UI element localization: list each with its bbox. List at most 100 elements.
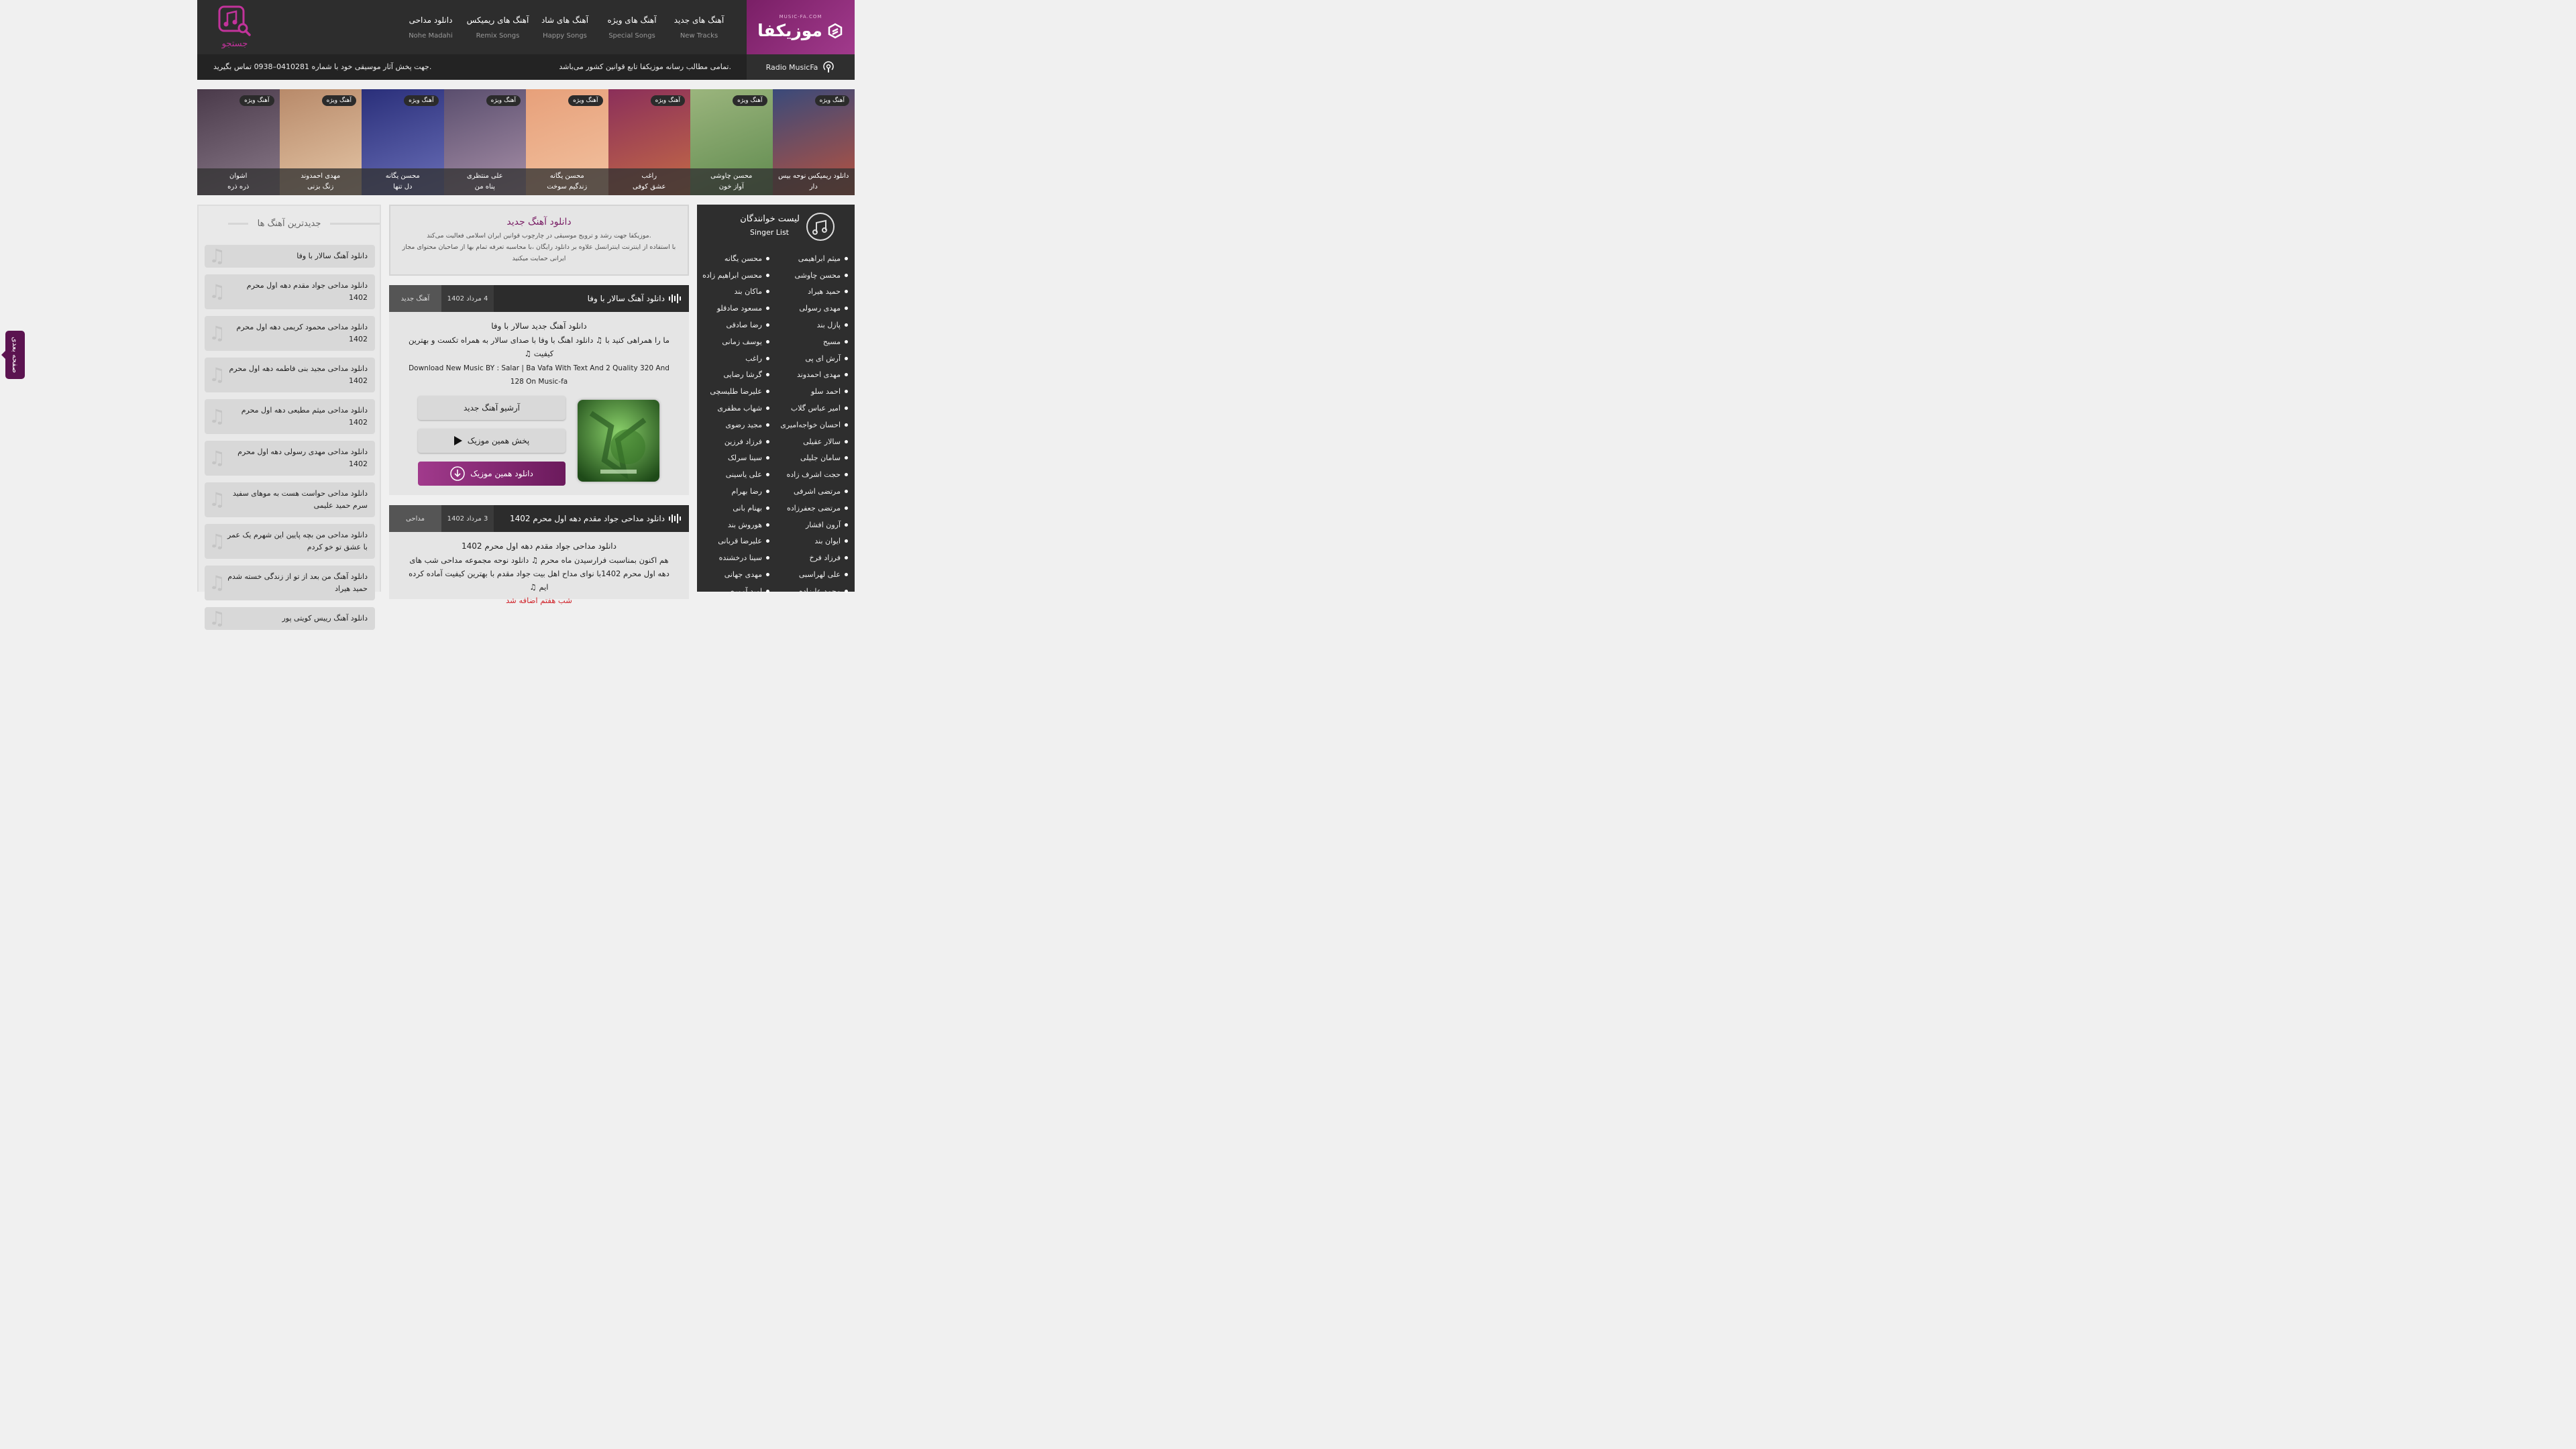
newest-song-item[interactable]: ♫ دانلود مداحی جواد مقدم دهه اول محرم 140… (205, 274, 375, 309)
singer-link[interactable]: سینا درخشنده (698, 549, 776, 566)
singer-link[interactable]: احمد سلو (776, 383, 855, 400)
singer-link[interactable]: راغب (698, 350, 776, 367)
post-title-link[interactable]: دانلود مداحی جواد مقدم دهه اول محرم 1402 (494, 505, 689, 532)
singer-row: ایوان بند علیرضا قربانی (697, 533, 855, 550)
singer-link[interactable]: سینا سرلک (698, 450, 776, 467)
music-note-icon: ♫ (209, 405, 226, 427)
sound-wave-icon (669, 514, 681, 523)
download-button[interactable]: دانلود همین موزیک (418, 462, 566, 486)
singer-link[interactable]: رضا بهرام (698, 483, 776, 500)
nav-happy-songs[interactable]: آهنگ های شاد Happy Songs (531, 0, 598, 54)
singer-link[interactable]: یوسف زمانی (698, 333, 776, 350)
post-heading: دانلود آهنگ جدید سالار با وفا (491, 321, 587, 331)
slider-item[interactable]: آهنگ ویژه مهدی احمدوند زنگ بزنی (279, 89, 362, 195)
singer-link[interactable]: علی لهراسبی (776, 566, 855, 583)
singer-link[interactable]: محسن یگانه (698, 250, 776, 267)
play-button[interactable]: پخش همین موزیک (418, 429, 566, 453)
newest-song-item[interactable]: ♫ دانلود مداحی من بچه پایین این شهرم یک ع… (205, 524, 375, 559)
singer-link[interactable]: مرتضی جعفرزاده (776, 500, 855, 517)
slider-item[interactable]: آهنگ ویژه محسن یگانه زندگیم سوخت (526, 89, 608, 195)
singer-link[interactable]: بهنام بانی (698, 500, 776, 517)
singer-link[interactable]: سامان جلیلی (776, 450, 855, 467)
singer-link[interactable]: آرون افشار (776, 517, 855, 533)
singer-row: محسن چاوشی محسن ابراهیم زاده (697, 267, 855, 284)
search-label: جستجو (221, 39, 248, 49)
play-icon (453, 436, 462, 445)
singer-row: احسان خواجه‌امیری مجید رضوی (697, 417, 855, 433)
slider-item[interactable]: آهنگ ویژه محسن چاوشی آواز خون (690, 89, 773, 195)
singer-link[interactable]: علی یاسینی (698, 466, 776, 483)
singer-link[interactable]: فرزاد فرخ (776, 549, 855, 566)
singer-link[interactable]: رضا صادقی (698, 317, 776, 333)
slider-item[interactable]: آهنگ ویژه راغب عشق کوفی (608, 89, 690, 195)
singer-link[interactable]: فرزاد فرزین (698, 433, 776, 450)
newest-song-item[interactable]: ♫ دانلود مداحی مجید بنی فاطمه دهه اول محر… (205, 358, 375, 392)
singer-link[interactable]: هوروش بند (698, 517, 776, 533)
slider-item[interactable]: آهنگ ویژه محسن یگانه دل تنها (362, 89, 444, 195)
singer-row: مسیح یوسف زمانی (697, 333, 855, 350)
singer-link[interactable]: پازل بند (776, 317, 855, 333)
post-date: 4 مرداد 1402 (441, 285, 494, 312)
post-category[interactable]: آهنگ جدید (389, 285, 441, 312)
newest-songs-panel: جدیدترین آهنگ ها ♫ دانلود آهنگ سالار با و… (197, 205, 381, 630)
site-logo[interactable]: MUSIC-FA.COM موزیکفا (747, 0, 855, 54)
nav-madahi[interactable]: دانلود مداحی Nohe Madahi (397, 0, 464, 54)
intro-box: دانلود آهنگ جدید موزیکفا جهت رشد و ترویج… (389, 205, 689, 276)
nav-special-songs[interactable]: آهنگ های ویژه Special Songs (598, 0, 665, 54)
singer-link[interactable]: امیر عباس گلاب (776, 400, 855, 417)
singer-link[interactable]: مسعود صادقلو (698, 300, 776, 317)
singer-link[interactable]: محسن چاوشی (776, 267, 855, 284)
nav-new-tracks[interactable]: آهنگ های جدید New Tracks (665, 0, 733, 54)
newest-songs-list: ♫ دانلود آهنگ سالار با وفا ♫ دانلود مداحی ج… (205, 245, 375, 637)
singer-row: مهدی احمدوند گرشا رضایی (697, 367, 855, 384)
nav-remix-songs[interactable]: آهنگ های ریمیکس Remix Songs (464, 0, 531, 54)
post-title-link[interactable]: دانلود آهنگ سالار با وفا (494, 285, 689, 312)
singer-link[interactable]: مهدی رسولی (776, 300, 855, 317)
singer-link[interactable]: حمید هیراد (776, 284, 855, 301)
singer-link[interactable]: شهاب مظفری (698, 400, 776, 417)
newest-song-item[interactable]: ♫ دانلود مداحی مهدی رسولی دهه اول محرم 14… (205, 441, 375, 476)
newest-song-item[interactable]: ♫ دانلود آهنگ من بعد از تو از زندگی خسته … (205, 566, 375, 600)
singer-link[interactable]: حجت اشرف زاده (776, 466, 855, 483)
archive-button[interactable]: آرشیو آهنگ جدید (418, 396, 566, 420)
singer-link[interactable]: علیرضا قربانی (698, 533, 776, 550)
post-category[interactable]: مداحی (389, 505, 441, 532)
newest-song-item[interactable]: ♫ دانلود مداحی میثم مطیعی دهه اول محرم 14… (205, 399, 375, 434)
newest-song-item[interactable]: ♫ دانلود مداحی حواست هست به موهای سفید سر… (205, 482, 375, 517)
singer-link[interactable]: محمد علیزاده (776, 583, 855, 600)
post-card: دانلود مداحی جواد مقدم دهه اول محرم 1402… (389, 505, 689, 605)
singer-row: علی لهراسبی مهدی جهانی (697, 566, 855, 583)
singer-link[interactable]: مجید رضوی (698, 417, 776, 433)
main-content: دانلود آهنگ جدید موزیکفا جهت رشد و ترویج… (389, 205, 689, 605)
header: MUSIC-FA.COM موزیکفا آهنگ های جدید New T… (197, 0, 855, 54)
slider-item[interactable]: آهنگ ویژه علی منتظری پناه من (443, 89, 526, 195)
singer-link[interactable]: مرتضی اشرفی (776, 483, 855, 500)
music-note-icon: ♫ (209, 530, 226, 552)
singer-link[interactable]: امید آموری (698, 583, 776, 600)
newest-song-item[interactable]: ♫ دانلود مداحی محمود کریمی دهه اول محرم 1… (205, 316, 375, 351)
music-note-icon: ♫ (209, 322, 226, 344)
singer-link[interactable]: گرشا رضایی (698, 367, 776, 384)
singer-row: پازل بند رضا صادقی (697, 317, 855, 333)
singer-link[interactable]: ایوان بند (776, 533, 855, 550)
slider-item[interactable]: آهنگ ویژه اشوان ذره ذره (197, 89, 280, 195)
newest-song-item[interactable]: ♫ دانلود آهنگ رییس کویتی پور (205, 607, 375, 630)
singer-link[interactable]: احسان خواجه‌امیری (776, 417, 855, 433)
post-cover-image[interactable] (578, 400, 659, 482)
singer-link[interactable]: میثم ابراهیمی (776, 250, 855, 267)
logo-mark-icon (828, 23, 843, 38)
singer-link[interactable]: آرش ای پی (776, 350, 855, 367)
radio-link[interactable]: Radio MusicFa (747, 54, 855, 80)
slider-item[interactable]: آهنگ ویژه دانلود ریمیکس نوحه بیس دار (772, 89, 855, 195)
next-page-button[interactable]: صفحه بعدی (1, 331, 25, 379)
singer-link[interactable]: مهدی احمدوند (776, 367, 855, 384)
singer-link[interactable]: علیرضا طلیسچی (698, 383, 776, 400)
singer-link[interactable]: مهدی جهانی (698, 566, 776, 583)
newest-song-item[interactable]: ♫ دانلود آهنگ سالار با وفا (205, 245, 375, 268)
singer-link[interactable]: محسن ابراهیم زاده (698, 267, 776, 284)
singer-link[interactable]: سالار عقیلی (776, 433, 855, 450)
singer-link[interactable]: مسیح (776, 333, 855, 350)
singer-link[interactable]: ماکان بند (698, 284, 776, 301)
logo-domain: MUSIC-FA.COM (779, 14, 822, 19)
search-button[interactable]: جستجو (215, 4, 255, 51)
